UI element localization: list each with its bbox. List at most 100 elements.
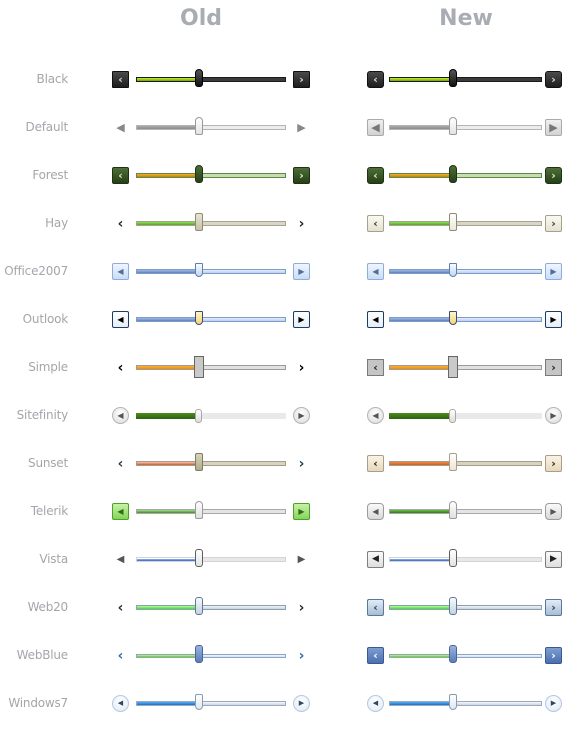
slider-drag-handle[interactable]	[195, 263, 203, 277]
slider-track[interactable]	[136, 221, 286, 226]
old-slider[interactable]: ◀ ▶	[108, 545, 314, 575]
old-slider[interactable]: ‹ ›	[108, 449, 314, 479]
decrease-button[interactable]: ‹	[112, 167, 129, 184]
slider-track[interactable]	[136, 557, 286, 562]
new-slider[interactable]: ◀ ▶	[363, 113, 569, 143]
decrease-button[interactable]: ‹	[112, 359, 129, 376]
slider-track[interactable]	[389, 77, 542, 82]
new-slider[interactable]: ‹ ›	[363, 449, 569, 479]
slider-track[interactable]	[136, 605, 286, 610]
increase-button[interactable]: ▶	[545, 119, 562, 136]
increase-button[interactable]: ▶	[293, 407, 310, 424]
increase-button[interactable]: ▶	[293, 695, 310, 712]
slider-drag-handle[interactable]	[195, 501, 203, 519]
decrease-button[interactable]: ◀	[112, 119, 129, 136]
slider-track[interactable]	[389, 221, 542, 226]
new-slider[interactable]: ◀ ▶	[363, 545, 569, 575]
old-slider[interactable]: ◀ ▶	[108, 401, 314, 431]
slider-track[interactable]	[389, 413, 542, 419]
slider-track[interactable]	[136, 77, 286, 82]
slider-drag-handle[interactable]	[194, 356, 204, 378]
decrease-button[interactable]: ‹	[367, 647, 384, 664]
slider-track[interactable]	[389, 461, 542, 466]
old-slider[interactable]: ◀ ▶	[108, 689, 314, 719]
slider-track[interactable]	[136, 125, 286, 130]
slider-track[interactable]	[389, 365, 542, 370]
increase-button[interactable]: ▶	[293, 311, 310, 328]
decrease-button[interactable]: ◀	[112, 311, 129, 328]
increase-button[interactable]: ▶	[545, 311, 562, 328]
decrease-button[interactable]: ‹	[112, 215, 129, 232]
decrease-button[interactable]: ◀	[112, 503, 129, 520]
old-slider[interactable]: ‹ ›	[108, 641, 314, 671]
slider-drag-handle[interactable]	[449, 694, 458, 710]
decrease-button[interactable]: ◀	[367, 407, 384, 424]
slider-track[interactable]	[136, 365, 286, 370]
slider-drag-handle[interactable]	[448, 356, 459, 378]
decrease-button[interactable]: ◀	[112, 407, 129, 424]
decrease-button[interactable]: ‹	[367, 359, 384, 376]
slider-drag-handle[interactable]	[195, 694, 203, 710]
slider-drag-handle[interactable]	[449, 263, 458, 277]
increase-button[interactable]: ›	[545, 215, 562, 232]
decrease-button[interactable]: ‹	[367, 455, 384, 472]
slider-drag-handle[interactable]	[449, 117, 458, 135]
decrease-button[interactable]: ◀	[112, 551, 129, 568]
slider-drag-handle[interactable]	[195, 645, 203, 663]
old-slider[interactable]: ‹ ›	[108, 593, 314, 623]
slider-drag-handle[interactable]	[195, 549, 203, 567]
slider-track[interactable]	[389, 557, 542, 562]
increase-button[interactable]: ›	[293, 455, 310, 472]
slider-track[interactable]	[136, 461, 286, 466]
increase-button[interactable]: ›	[293, 71, 310, 88]
increase-button[interactable]: ›	[293, 359, 310, 376]
slider-drag-handle[interactable]	[195, 311, 203, 325]
slider-drag-handle[interactable]	[449, 165, 458, 183]
old-slider[interactable]: ◀ ▶	[108, 497, 314, 527]
decrease-button[interactable]: ‹	[367, 599, 384, 616]
slider-drag-handle[interactable]	[449, 69, 458, 87]
increase-button[interactable]: ›	[293, 599, 310, 616]
increase-button[interactable]: ›	[545, 599, 562, 616]
old-slider[interactable]: ‹ ›	[108, 161, 314, 191]
slider-drag-handle[interactable]	[195, 165, 203, 183]
increase-button[interactable]: ›	[545, 359, 562, 376]
slider-drag-handle[interactable]	[449, 645, 458, 663]
increase-button[interactable]: ▶	[293, 551, 310, 568]
decrease-button[interactable]: ‹	[367, 167, 384, 184]
decrease-button[interactable]: ◀	[367, 503, 384, 520]
increase-button[interactable]: ›	[545, 71, 562, 88]
new-slider[interactable]: ◀ ▶	[363, 257, 569, 287]
new-slider[interactable]: ‹ ›	[363, 209, 569, 239]
increase-button[interactable]: ›	[545, 455, 562, 472]
slider-track[interactable]	[136, 654, 286, 658]
decrease-button[interactable]: ◀	[112, 695, 129, 712]
decrease-button[interactable]: ◀	[367, 695, 384, 712]
decrease-button[interactable]: ‹	[367, 71, 384, 88]
decrease-button[interactable]: ◀	[112, 263, 129, 280]
increase-button[interactable]: ▶	[293, 263, 310, 280]
decrease-button[interactable]: ‹	[112, 647, 129, 664]
slider-drag-handle[interactable]	[195, 117, 203, 135]
slider-track[interactable]	[389, 605, 542, 610]
increase-button[interactable]: ▶	[545, 695, 562, 712]
new-slider[interactable]: ‹ ›	[363, 65, 569, 95]
increase-button[interactable]: ▶	[545, 407, 562, 424]
increase-button[interactable]: ▶	[293, 503, 310, 520]
decrease-button[interactable]: ◀	[367, 311, 384, 328]
slider-track[interactable]	[389, 125, 542, 130]
slider-drag-handle[interactable]	[449, 409, 457, 423]
slider-track[interactable]	[389, 317, 542, 322]
old-slider[interactable]: ‹ ›	[108, 353, 314, 383]
new-slider[interactable]: ‹ ›	[363, 641, 569, 671]
old-slider[interactable]: ‹ ›	[108, 209, 314, 239]
slider-drag-handle[interactable]	[195, 409, 202, 423]
slider-track[interactable]	[389, 509, 542, 514]
decrease-button[interactable]: ◀	[367, 551, 384, 568]
slider-track[interactable]	[136, 509, 286, 514]
old-slider[interactable]: ‹ ›	[108, 65, 314, 95]
decrease-button[interactable]: ‹	[112, 71, 129, 88]
slider-drag-handle[interactable]	[449, 213, 458, 231]
slider-track[interactable]	[389, 173, 542, 178]
increase-button[interactable]: ›	[293, 167, 310, 184]
